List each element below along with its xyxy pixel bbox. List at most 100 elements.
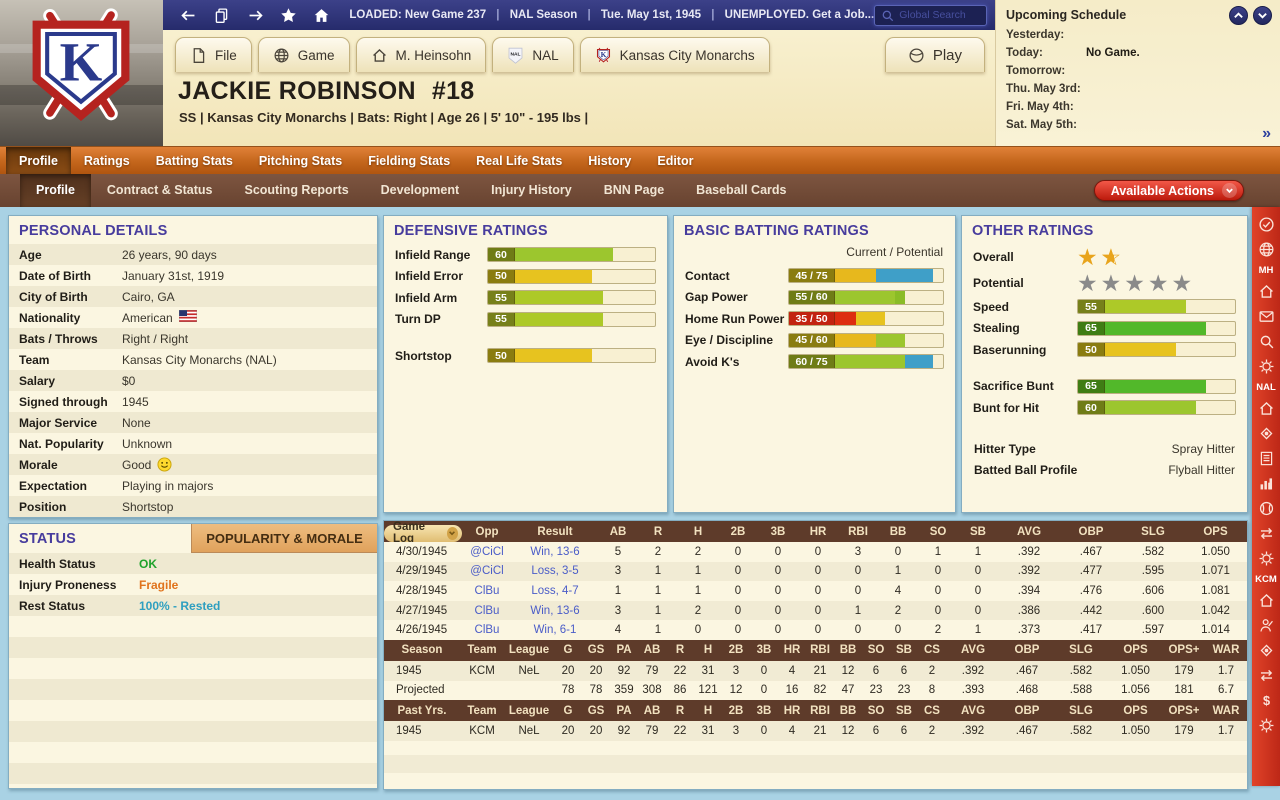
column-header-rbi[interactable]: RBI: [806, 700, 834, 721]
column-header-rbi[interactable]: RBI: [806, 640, 834, 661]
column-header-past-yrs[interactable]: Past Yrs.: [384, 700, 460, 721]
column-header-ops[interactable]: OPS: [1108, 640, 1163, 661]
column-header-hr[interactable]: HR: [798, 521, 838, 542]
gamelog-dropdown[interactable]: Game Log: [384, 525, 462, 542]
column-header-g[interactable]: G: [554, 640, 582, 661]
column-header-bb[interactable]: BB: [834, 640, 862, 661]
column-header-slg[interactable]: SLG: [1054, 640, 1108, 661]
column-header-sb[interactable]: SB: [890, 700, 918, 721]
column-header-3b[interactable]: 3B: [750, 700, 778, 721]
column-header-r[interactable]: R: [666, 640, 694, 661]
header-tab-game[interactable]: Game: [258, 37, 350, 72]
column-header-bb[interactable]: BB: [878, 521, 918, 542]
column-header-league[interactable]: League: [504, 700, 554, 721]
column-header-3b[interactable]: 3B: [750, 640, 778, 661]
column-header-sb[interactable]: SB: [890, 640, 918, 661]
column-header-avg[interactable]: AVG: [998, 521, 1060, 542]
cell[interactable]: Win, 6-1: [512, 620, 598, 640]
cell[interactable]: ClBu: [462, 581, 512, 601]
home-icon[interactable]: [1254, 588, 1278, 613]
main-tab-ratings[interactable]: Ratings: [71, 147, 143, 174]
column-header-h[interactable]: H: [678, 521, 718, 542]
sub-tab-development[interactable]: Development: [365, 174, 476, 207]
cell[interactable]: ClBu: [462, 601, 512, 621]
favorites-star-icon[interactable]: [277, 5, 300, 25]
schedule-down-button[interactable]: [1253, 6, 1272, 25]
column-header-ops[interactable]: OPS: [1108, 700, 1163, 721]
column-header-gs[interactable]: GS: [582, 640, 610, 661]
diamond-icon[interactable]: [1254, 421, 1278, 446]
header-tab-play[interactable]: Play: [885, 37, 985, 72]
sub-tab-scouting-reports[interactable]: Scouting Reports: [228, 174, 364, 207]
column-header-hr[interactable]: HR: [778, 700, 806, 721]
main-tab-history[interactable]: History: [575, 147, 644, 174]
schedule-more-link[interactable]: »: [1262, 125, 1271, 143]
mail-icon[interactable]: [1254, 304, 1278, 329]
column-header-war[interactable]: WAR: [1205, 640, 1247, 661]
column-header-3b[interactable]: 3B: [758, 521, 798, 542]
home-icon[interactable]: [310, 5, 333, 25]
cell[interactable]: ClBu: [462, 620, 512, 640]
column-header-r[interactable]: R: [666, 700, 694, 721]
column-header-cs[interactable]: CS: [918, 640, 946, 661]
column-header-2b[interactable]: 2B: [718, 521, 758, 542]
global-search-input[interactable]: Global Search: [874, 5, 987, 26]
forward-icon[interactable]: [244, 5, 267, 25]
column-header-cs[interactable]: CS: [918, 700, 946, 721]
column-header-r[interactable]: R: [638, 521, 678, 542]
column-header-ab[interactable]: AB: [638, 700, 666, 721]
main-tab-profile[interactable]: Profile: [6, 147, 71, 174]
gear-icon[interactable]: [1254, 546, 1278, 571]
column-header-result[interactable]: Result: [512, 521, 598, 542]
main-tab-batting-stats[interactable]: Batting Stats: [143, 147, 246, 174]
main-tab-pitching-stats[interactable]: Pitching Stats: [246, 147, 355, 174]
column-header-obp[interactable]: OBP: [1060, 521, 1122, 542]
column-header-ab[interactable]: AB: [638, 640, 666, 661]
tab-popularity-morale[interactable]: POPULARITY & MORALE: [191, 524, 377, 553]
column-header-opp[interactable]: Opp: [462, 521, 512, 542]
available-actions-button[interactable]: Available Actions: [1094, 180, 1244, 201]
column-header-g[interactable]: G: [554, 700, 582, 721]
cell[interactable]: @CiCl: [462, 562, 512, 582]
column-header-ops[interactable]: OPS+: [1163, 700, 1205, 721]
column-header-2b[interactable]: 2B: [722, 700, 750, 721]
column-header-so[interactable]: SO: [918, 521, 958, 542]
schedule-up-button[interactable]: [1229, 6, 1248, 25]
bar-chart-icon[interactable]: [1254, 471, 1278, 496]
cell[interactable]: Loss, 3-5: [512, 562, 598, 582]
swap-icon[interactable]: [1254, 521, 1278, 546]
cell[interactable]: Win, 13-6: [512, 542, 598, 562]
person-icon[interactable]: [1254, 613, 1278, 638]
column-header-slg[interactable]: SLG: [1054, 700, 1108, 721]
sub-tab-profile[interactable]: Profile: [20, 174, 91, 207]
main-tab-editor[interactable]: Editor: [644, 147, 706, 174]
diamond-icon[interactable]: [1254, 638, 1278, 663]
column-header-ops[interactable]: OPS+: [1163, 640, 1205, 661]
column-header-sb[interactable]: SB: [958, 521, 998, 542]
ball-icon[interactable]: [1254, 496, 1278, 521]
sub-tab-injury-history[interactable]: Injury History: [475, 174, 588, 207]
globe-icon[interactable]: [1254, 237, 1278, 262]
column-header-hr[interactable]: HR: [778, 640, 806, 661]
header-tab-m-heinsohn[interactable]: M. Heinsohn: [356, 37, 487, 72]
column-header-war[interactable]: WAR: [1205, 700, 1247, 721]
field-value[interactable]: Kansas City Monarchs (NAL): [122, 353, 277, 367]
column-header-rbi[interactable]: RBI: [838, 521, 878, 542]
sub-tab-contract-status[interactable]: Contract & Status: [91, 174, 229, 207]
gear-icon[interactable]: [1254, 354, 1278, 379]
column-header-slg[interactable]: SLG: [1122, 521, 1184, 542]
column-header-league[interactable]: League: [504, 640, 554, 661]
back-icon[interactable]: [177, 5, 200, 25]
header-tab-file[interactable]: File: [175, 37, 252, 72]
column-header-pa[interactable]: PA: [610, 700, 638, 721]
sub-tab-bnn-page[interactable]: BNN Page: [588, 174, 680, 207]
column-header-team[interactable]: Team: [460, 700, 504, 721]
cell[interactable]: Win, 13-6: [512, 601, 598, 621]
column-header-obp[interactable]: OBP: [1000, 640, 1054, 661]
column-header-avg[interactable]: AVG: [946, 700, 1000, 721]
column-header-team[interactable]: Team: [460, 640, 504, 661]
header-tab-nal[interactable]: NALNAL: [492, 37, 573, 72]
cell[interactable]: @CiCl: [462, 542, 512, 562]
column-header-pa[interactable]: PA: [610, 640, 638, 661]
column-header-h[interactable]: H: [694, 700, 722, 721]
